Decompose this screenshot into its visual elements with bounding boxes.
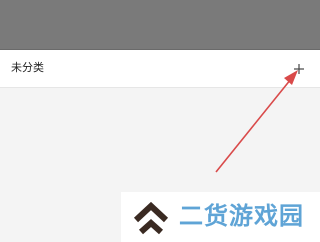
add-button[interactable] [291, 61, 307, 77]
watermark: 二货游戏园 [121, 192, 320, 242]
double-chevron-up-logo [133, 201, 169, 235]
category-label: 未分类 [11, 61, 44, 74]
watermark-text: 二货游戏园 [179, 202, 304, 230]
top-bar [0, 0, 320, 50]
category-row-uncategorized[interactable]: 未分类 [0, 50, 320, 88]
plus-icon [294, 64, 304, 74]
